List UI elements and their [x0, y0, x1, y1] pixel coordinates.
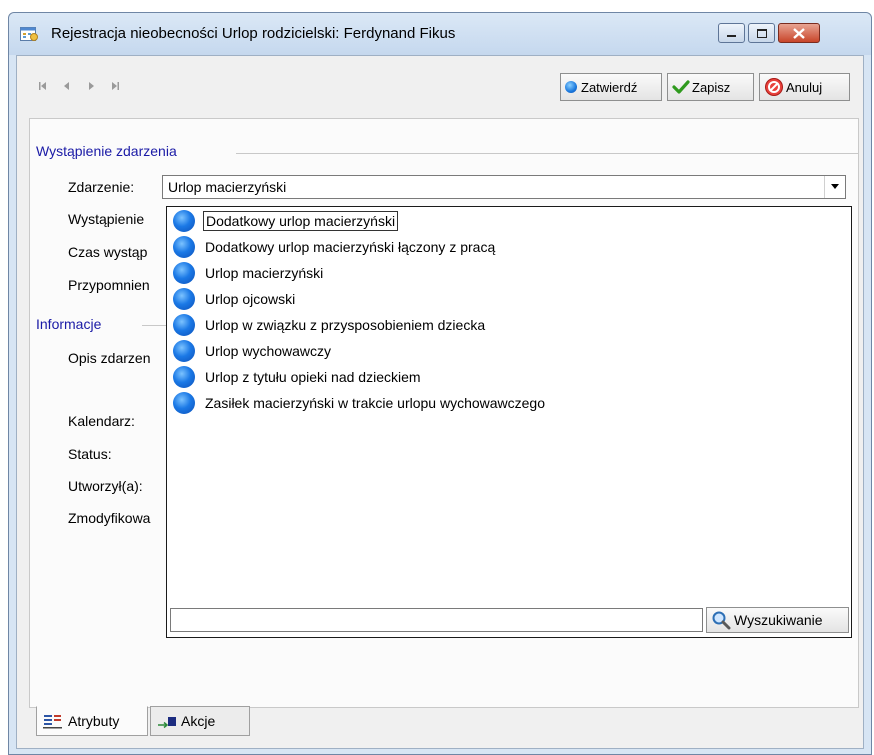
- tab-attributes-label: Atrybuty: [68, 713, 120, 729]
- tab-actions[interactable]: Akcje: [150, 706, 250, 736]
- record-navigation: [31, 75, 169, 99]
- section-divider: [142, 325, 166, 326]
- minimize-icon: [727, 35, 736, 37]
- event-dropdown-list[interactable]: Dodatkowy urlop macierzyński Dodatkowy u…: [166, 206, 852, 638]
- search-button-label: Wyszukiwanie: [734, 612, 823, 628]
- dropdown-option[interactable]: Dodatkowy urlop macierzyński: [173, 209, 399, 233]
- event-type-icon: [173, 236, 195, 258]
- next-record-button[interactable]: [79, 75, 103, 97]
- toolbar: Zatwierdź Zapisz Anuluj: [17, 56, 863, 110]
- calendar-icon: [20, 27, 38, 41]
- search-icon: [712, 611, 731, 630]
- event-type-icon: [173, 262, 195, 284]
- dropdown-search-input[interactable]: [170, 608, 703, 632]
- event-combobox[interactable]: Urlop macierzyński: [162, 175, 846, 199]
- search-button[interactable]: Wyszukiwanie: [706, 607, 849, 633]
- save-button[interactable]: Zapisz: [667, 73, 754, 101]
- modified-by-label: Zmodyfikowa: [68, 510, 151, 526]
- checkmark-icon: [672, 80, 690, 94]
- dropdown-option[interactable]: Zasiłek macierzyński w trakcie urlopu wy…: [173, 391, 547, 415]
- dropdown-option-label: Dodatkowy urlop macierzyński łączony z p…: [205, 239, 496, 255]
- dropdown-option-label: Urlop macierzyński: [205, 265, 324, 281]
- last-record-button[interactable]: [103, 75, 127, 97]
- time-label: Czas wystąp: [68, 244, 148, 260]
- actions-icon: [158, 717, 176, 729]
- description-label: Opis zdarzen: [68, 350, 151, 366]
- event-type-icon: [173, 340, 195, 362]
- section-title-occurrence: Wystąpienie zdarzenia: [36, 143, 177, 159]
- event-combobox-value: Urlop macierzyński: [168, 179, 287, 195]
- minimize-button[interactable]: [718, 23, 745, 43]
- reminder-label: Przypomnien: [68, 277, 150, 293]
- save-button-label: Zapisz: [692, 79, 731, 95]
- occurrence-label: Wystąpienie: [68, 211, 145, 227]
- dropdown-option[interactable]: Urlop wychowawczy: [173, 339, 333, 363]
- close-button[interactable]: [778, 23, 820, 43]
- close-icon: [793, 27, 805, 39]
- info-icon: [565, 81, 577, 93]
- dropdown-option-label: Zasiłek macierzyński w trakcie urlopu wy…: [205, 395, 546, 411]
- dropdown-option[interactable]: Urlop w związku z przysposobieniem dziec…: [173, 313, 487, 337]
- last-record-icon: [112, 82, 119, 90]
- dropdown-toggle[interactable]: [824, 176, 845, 198]
- previous-record-button[interactable]: [55, 75, 79, 97]
- attributes-icon: [43, 715, 62, 729]
- maximize-icon: [756, 28, 767, 38]
- event-label: Zdarzenie:: [68, 179, 135, 195]
- event-type-icon: [173, 210, 195, 232]
- tab-attributes[interactable]: Atrybuty: [36, 706, 148, 736]
- next-record-icon: [89, 82, 94, 90]
- created-by-label: Utworzył(a):: [68, 478, 143, 494]
- cancel-button-label: Anuluj: [786, 79, 823, 95]
- dropdown-option-label: Urlop w związku z przysposobieniem dziec…: [205, 317, 486, 333]
- section-divider: [236, 153, 858, 154]
- event-type-icon: [173, 392, 195, 414]
- dropdown-option[interactable]: Dodatkowy urlop macierzyński łączony z p…: [173, 235, 497, 259]
- status-label: Status:: [68, 446, 112, 462]
- section-title-info: Informacje: [36, 316, 102, 332]
- confirm-button-label: Zatwierdź: [581, 79, 638, 95]
- tab-actions-label: Akcje: [181, 713, 216, 729]
- previous-record-icon: [64, 82, 69, 90]
- dropdown-option[interactable]: Urlop ojcowski: [173, 287, 297, 311]
- dropdown-option[interactable]: Urlop z tytułu opieki nad dzieckiem: [173, 365, 423, 389]
- chevron-down-icon: [831, 184, 839, 189]
- dropdown-option-label: Urlop z tytułu opieki nad dzieckiem: [205, 369, 421, 385]
- window-title: Rejestracja nieobecności Urlop rodziciel…: [51, 25, 456, 42]
- event-type-icon: [173, 314, 195, 336]
- confirm-button[interactable]: Zatwierdź: [560, 73, 662, 101]
- maximize-button[interactable]: [748, 23, 775, 43]
- title-bar[interactable]: Rejestracja nieobecności Urlop rodziciel…: [9, 13, 871, 55]
- dropdown-option-label: Dodatkowy urlop macierzyński: [203, 211, 399, 231]
- calendar-label: Kalendarz:: [68, 413, 135, 429]
- cancel-button[interactable]: Anuluj: [759, 73, 850, 101]
- first-record-icon: [39, 82, 46, 90]
- dropdown-option[interactable]: Urlop macierzyński: [173, 261, 325, 285]
- event-type-icon: [173, 288, 195, 310]
- dropdown-option-label: Urlop wychowawczy: [205, 343, 332, 359]
- dropdown-option-label: Urlop ojcowski: [205, 291, 296, 307]
- cancel-icon: [765, 78, 783, 96]
- event-type-icon: [173, 366, 195, 388]
- first-record-button[interactable]: [31, 75, 55, 97]
